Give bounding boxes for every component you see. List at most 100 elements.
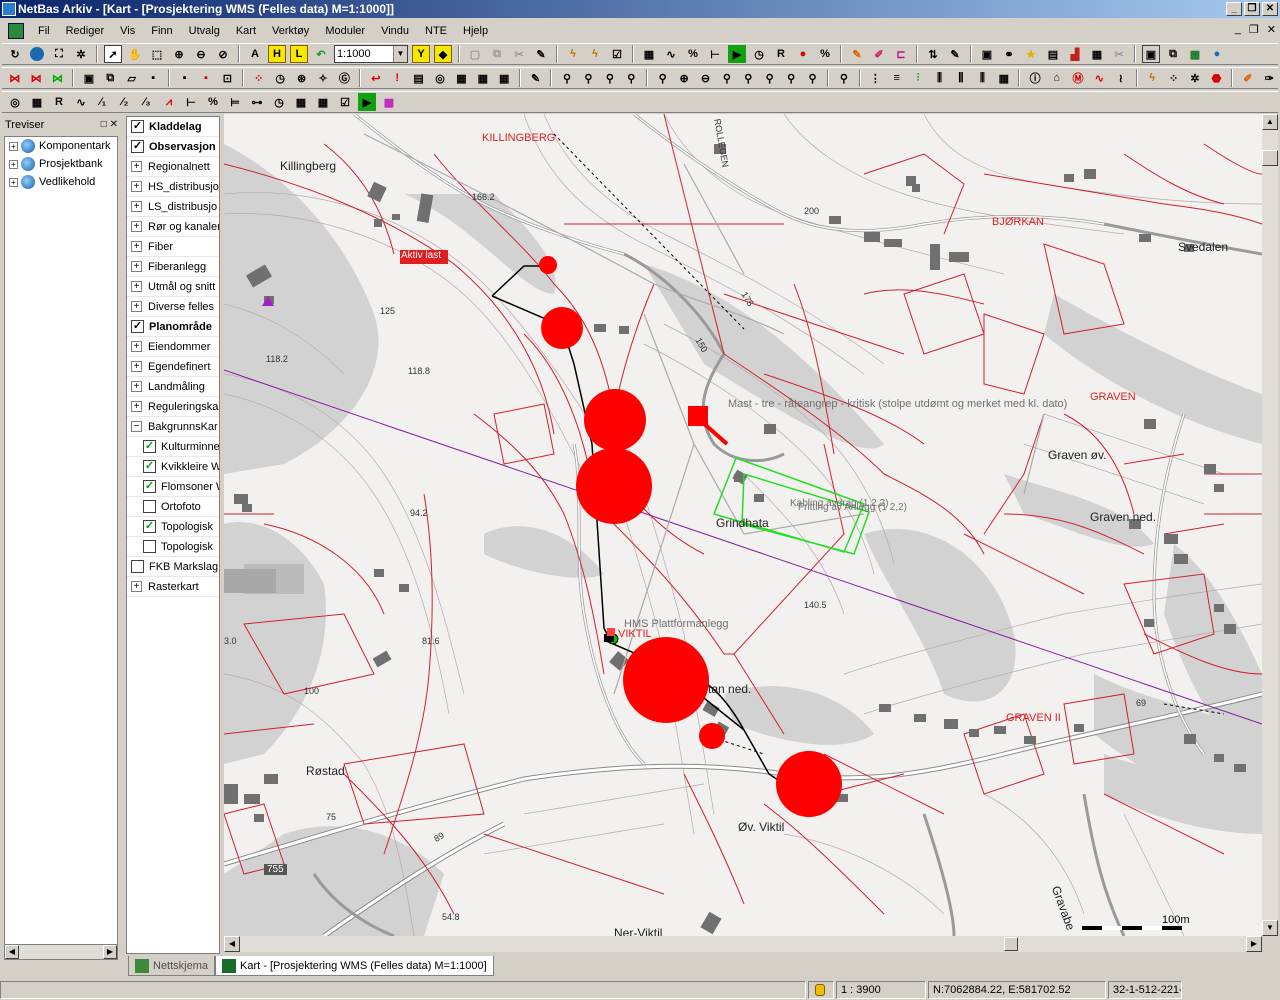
scroll-right-icon[interactable]: ▶ (1246, 936, 1262, 952)
layer-checkbox[interactable]: ✓ (143, 460, 156, 473)
menu-hjelp[interactable]: Hjelp (455, 20, 496, 42)
marker-large-2[interactable] (576, 448, 652, 524)
open-folder-icon[interactable]: ▱ (123, 69, 140, 87)
scroll-left-icon[interactable]: ◀ (5, 945, 19, 959)
layer-item[interactable]: + Diverse felles (127, 297, 219, 317)
grid-icon[interactable]: ▦ (1088, 45, 1106, 63)
zoom-extent-icon[interactable]: ⛶ (50, 45, 68, 63)
expand-icon[interactable]: + (131, 161, 142, 172)
measure2-icon[interactable]: ⊢ (182, 93, 200, 111)
save2-icon[interactable]: ▪ (176, 69, 193, 87)
layer-item[interactable]: + Rasterkart (127, 577, 219, 597)
zoom-out-icon[interactable]: ⊖ (192, 45, 210, 63)
ruler-icon[interactable]: ⊨ (226, 93, 244, 111)
cut-icon[interactable]: ✂ (510, 45, 528, 63)
pen-icon[interactable]: ✑ (1261, 69, 1278, 87)
marker-small-1[interactable] (539, 256, 557, 274)
back-red-icon[interactable]: ↩ (367, 69, 384, 87)
expand-icon[interactable]: + (131, 261, 142, 272)
layer-checkbox[interactable]: ✓ (143, 440, 156, 453)
chart-icon[interactable]: ▟ (1066, 45, 1084, 63)
layer-item[interactable]: + Landmåling (127, 377, 219, 397)
layer-item[interactable]: ✓ Topologisk (127, 517, 219, 537)
chevron-down-icon[interactable]: ▼ (393, 46, 407, 62)
layer-item[interactable]: + Egendefinert (127, 357, 219, 377)
text-tool-icon[interactable]: A (246, 45, 264, 63)
scroll-left-icon[interactable]: ◀ (224, 936, 240, 952)
search-k-icon[interactable]: ⚲ (601, 69, 618, 87)
map-canvas[interactable]: KILLINGBERG Killingberg BJØRKAN Svedalen… (224, 114, 1262, 936)
layer-checkbox[interactable]: ✓ (131, 140, 144, 153)
search-obj-icon[interactable]: ⚲ (558, 69, 575, 87)
menu-rediger[interactable]: Rediger (58, 20, 113, 42)
tag-icon[interactable]: ⊡ (219, 69, 236, 87)
lightning-icon[interactable]: ϟ (564, 45, 582, 63)
columns-icon[interactable]: ⫼ (931, 69, 948, 87)
tab-kart[interactable]: Kart - [Prosjektering WMS (Felles data) … (215, 956, 494, 976)
line3-icon[interactable]: ⁄₃ (138, 93, 156, 111)
doc-edit-icon[interactable]: ✎ (527, 69, 544, 87)
target-icon[interactable]: ◎ (6, 93, 24, 111)
measure-icon[interactable]: ⊢ (706, 45, 724, 63)
tab-nettskjema[interactable]: Nettskjema (128, 956, 216, 976)
clock-icon[interactable]: ◷ (750, 45, 768, 63)
table3-icon[interactable]: ▦ (995, 69, 1012, 87)
copy-doc-icon[interactable]: ⧉ (102, 69, 119, 87)
record-icon[interactable]: ● (794, 45, 812, 63)
select-pointer-icon[interactable]: ➚ (104, 45, 122, 63)
window2-icon[interactable]: ⧉ (1164, 45, 1182, 63)
layer-item[interactable]: + HS_distribusjo (127, 177, 219, 197)
info-icon[interactable]: ⓘ (1026, 69, 1043, 87)
zoom-in-icon[interactable]: ⊕ (170, 45, 188, 63)
sort-icon[interactable]: ⇅ (924, 45, 942, 63)
mdi-close-button[interactable]: ✕ (1267, 23, 1276, 36)
layer-item[interactable]: FKB Markslag (127, 557, 219, 577)
expand-icon[interactable]: + (131, 381, 142, 392)
network-red-icon[interactable]: ⋈ (6, 69, 23, 87)
scroll-thumb[interactable] (1262, 150, 1278, 166)
expand-icon[interactable]: + (131, 341, 142, 352)
dots-line-icon[interactable]: ⋮ (867, 69, 884, 87)
map-horizontal-scrollbar[interactable]: ◀ ▶ (224, 936, 1262, 952)
percent2-icon[interactable]: % (816, 45, 834, 63)
layer-item[interactable]: + Fiber (127, 237, 219, 257)
expand-icon[interactable]: + (131, 241, 142, 252)
marker-large-1[interactable] (584, 389, 646, 451)
percent3-icon[interactable]: % (204, 93, 222, 111)
layer-checkbox[interactable] (143, 540, 156, 553)
filter-icon[interactable]: Y (412, 45, 430, 63)
marker2-icon[interactable]: ✐ (1239, 69, 1256, 87)
close-button[interactable]: ✕ (1262, 2, 1278, 16)
h-tool-button[interactable]: H (268, 45, 286, 63)
globe-icon[interactable] (28, 45, 46, 63)
l-tool-button[interactable]: L (290, 45, 308, 63)
layer-item[interactable]: − BakgrunnsKar (127, 417, 219, 437)
paint-icon[interactable]: ✐ (870, 45, 888, 63)
clock2-icon[interactable]: ◷ (271, 69, 288, 87)
layer-checkbox[interactable] (143, 500, 156, 513)
layer-item[interactable]: + Eiendommer (127, 337, 219, 357)
expand-icon[interactable]: + (9, 177, 18, 187)
columns2-icon[interactable]: ⫼ (952, 69, 969, 87)
lines-icon[interactable]: ≡ (888, 69, 905, 87)
menu-moduler[interactable]: Moduler (317, 20, 373, 42)
map-vertical-scrollbar[interactable]: ▲ ▼ (1262, 114, 1278, 936)
search-sel-icon[interactable]: ⚲ (835, 69, 852, 87)
scale-dropdown[interactable]: 1:1000 ▼ (334, 45, 408, 63)
percent-icon[interactable]: % (684, 45, 702, 63)
m-circle-icon[interactable]: Ⓜ (1069, 69, 1086, 87)
paste-icon[interactable]: ✎ (532, 45, 550, 63)
layer-checkbox[interactable]: ✓ (143, 520, 156, 533)
nodes-icon[interactable]: ⊶ (248, 93, 266, 111)
layer-checkbox[interactable]: ✓ (131, 120, 144, 133)
marker-small-2[interactable] (699, 723, 725, 749)
layer-item[interactable]: + Regionalnett (127, 157, 219, 177)
search-k2-icon[interactable]: ⚲ (623, 69, 640, 87)
search-ut-icon[interactable]: ⚲ (761, 69, 778, 87)
layer-item[interactable]: + Reguleringskar (127, 397, 219, 417)
layer-checkbox[interactable]: ✓ (143, 480, 156, 493)
g-circle-icon[interactable]: Ⓖ (336, 69, 353, 87)
menu-nte[interactable]: NTE (417, 20, 455, 42)
check-lines-icon[interactable]: ⫶ (909, 69, 926, 87)
layer-checkbox[interactable]: ✓ (131, 320, 144, 333)
